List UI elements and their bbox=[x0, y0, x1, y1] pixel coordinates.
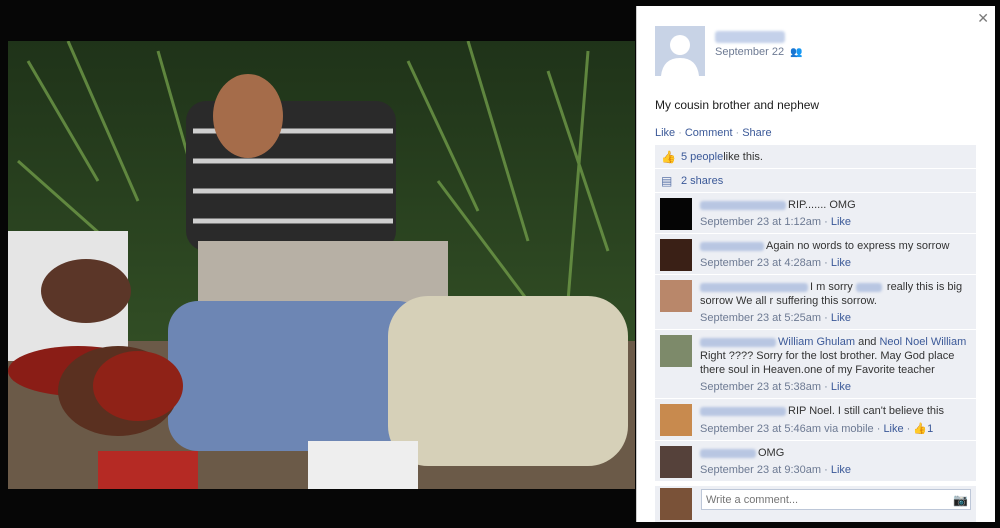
post-details-panel: ✕ September 22 👥 My cousin brother and ne… bbox=[636, 6, 995, 522]
comment-and-text: and bbox=[855, 336, 880, 348]
photo-stage bbox=[0, 0, 636, 528]
comment-item: RIP Noel. I still can't believe this Sep… bbox=[655, 399, 976, 441]
comment-text: Again no words to express my sorrow bbox=[766, 240, 950, 252]
camera-icon[interactable]: 📷 bbox=[953, 493, 968, 507]
commenter-name-redacted[interactable] bbox=[700, 282, 808, 292]
commenter-name-redacted[interactable] bbox=[700, 200, 786, 210]
mention-link[interactable]: William Ghulam bbox=[778, 336, 855, 348]
thumbs-up-icon: 👍 bbox=[661, 149, 676, 164]
comment-like-link[interactable]: Like bbox=[831, 257, 851, 269]
mention-link[interactable]: Neol Noel William bbox=[879, 336, 966, 348]
comment-text: OMG bbox=[758, 447, 785, 459]
commenter-avatar[interactable] bbox=[660, 446, 692, 478]
comment-like-link[interactable]: Like bbox=[831, 216, 851, 228]
comment-like-link[interactable]: Like bbox=[883, 423, 903, 435]
comment-item: William Ghulam and Neol Noel William Rig… bbox=[655, 330, 976, 399]
like-link[interactable]: Like bbox=[655, 127, 675, 139]
comment-text-part-a: I m sorry bbox=[810, 281, 853, 293]
viewer-avatar bbox=[660, 488, 692, 520]
shares-count-link[interactable]: 2 shares bbox=[681, 175, 723, 187]
comment-composer: 📷 bbox=[655, 486, 976, 522]
comment-link[interactable]: Comment bbox=[685, 127, 733, 139]
share-icon: ▤ bbox=[661, 173, 673, 188]
likes-suffix: like this. bbox=[723, 150, 763, 163]
likes-count-link[interactable]: 5 people bbox=[681, 151, 723, 163]
comment-time[interactable]: September 23 at 9:30am bbox=[700, 464, 821, 476]
commenter-name-redacted[interactable] bbox=[700, 337, 776, 347]
comment-time[interactable]: September 23 at 5:46am via mobile bbox=[700, 423, 874, 435]
post-photo[interactable] bbox=[8, 41, 635, 489]
commenter-avatar[interactable] bbox=[660, 280, 692, 312]
commenter-name-redacted[interactable] bbox=[700, 241, 764, 251]
post-date-text[interactable]: September 22 bbox=[715, 46, 784, 58]
thumbs-up-icon[interactable]: 👍 bbox=[913, 423, 927, 435]
comment-item: I m sorry really this is big sorrow We a… bbox=[655, 275, 976, 330]
commenter-name-redacted[interactable] bbox=[700, 448, 756, 458]
comment-text: RIP....... OMG bbox=[788, 199, 856, 211]
comment-like-link[interactable]: Like bbox=[831, 464, 851, 476]
share-link[interactable]: Share bbox=[742, 127, 771, 139]
comment-time[interactable]: September 23 at 5:25am bbox=[700, 312, 821, 324]
photo-viewer: ✕ September 22 👥 My cousin brother and ne… bbox=[0, 0, 1000, 528]
author-avatar[interactable] bbox=[655, 26, 705, 76]
comment-input[interactable] bbox=[701, 489, 971, 510]
comment-like-link[interactable]: Like bbox=[831, 312, 851, 324]
comment-item: Again no words to express my sorrow Sept… bbox=[655, 234, 976, 275]
comment-time[interactable]: September 23 at 1:12am bbox=[700, 216, 821, 228]
comment-time[interactable]: September 23 at 4:28am bbox=[700, 257, 821, 269]
commenter-avatar[interactable] bbox=[660, 198, 692, 230]
comment-text: RIP Noel. I still can't believe this bbox=[788, 405, 944, 417]
post-actions: Like · Comment · Share bbox=[655, 127, 772, 139]
feedback-section: 👍 5 people like this. ▤ 2 shares RIP....… bbox=[655, 145, 976, 482]
post-message: My cousin brother and nephew bbox=[655, 98, 820, 112]
commenter-avatar[interactable] bbox=[660, 239, 692, 271]
mention-redacted[interactable] bbox=[855, 282, 882, 292]
close-icon[interactable]: ✕ bbox=[977, 10, 989, 27]
comment-like-link[interactable]: Like bbox=[831, 381, 851, 393]
likes-summary: 👍 5 people like this. bbox=[655, 145, 976, 169]
commenter-avatar[interactable] bbox=[660, 335, 692, 367]
comment-like-count[interactable]: 1 bbox=[927, 423, 933, 435]
friends-audience-icon[interactable]: 👥 bbox=[790, 47, 802, 58]
shares-summary: ▤ 2 shares bbox=[655, 169, 976, 193]
post-timestamp[interactable]: September 22 👥 bbox=[715, 46, 803, 58]
commenter-avatar[interactable] bbox=[660, 404, 692, 436]
comment-item: OMG September 23 at 9:30am · Like bbox=[655, 441, 976, 482]
comment-item: RIP....... OMG September 23 at 1:12am · … bbox=[655, 193, 976, 234]
commenter-name-redacted[interactable] bbox=[700, 406, 786, 416]
author-name-redacted[interactable] bbox=[715, 31, 785, 43]
comment-time[interactable]: September 23 at 5:38am bbox=[700, 381, 821, 393]
comment-text: Right ???? Sorry for the lost brother. M… bbox=[700, 350, 955, 376]
